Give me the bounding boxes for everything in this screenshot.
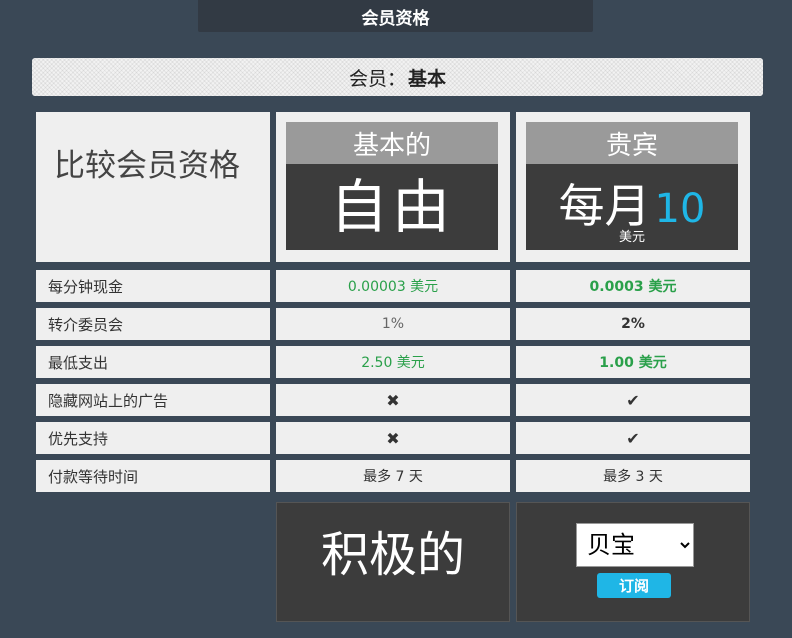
plan-card-vip: 贵宾 每月 10 美元	[526, 122, 738, 250]
active-status: 积极的	[320, 527, 465, 583]
membership-level: 基本	[408, 67, 447, 90]
plan-price-amount: 10	[654, 186, 706, 232]
plan-name-vip: 贵宾	[526, 122, 738, 164]
row-value-basic-payment-wait: 最多 7 天	[276, 460, 510, 492]
row-value-basic-cash-per-minute: 0.00003 美元	[276, 270, 510, 302]
basic-active-box: 积极的	[276, 502, 510, 622]
membership-label: 会员：	[348, 67, 406, 90]
row-label-hide-ads: 隐藏网站上的广告	[36, 384, 270, 416]
compare-title: 比较会员资格	[36, 112, 270, 262]
row-value-basic-priority-support: ✖	[276, 422, 510, 454]
row-label-minimum-payout: 最低支出	[36, 346, 270, 378]
membership-status-bar: 会员： 基本	[32, 58, 763, 96]
payment-method-select[interactable]: 贝宝	[576, 523, 694, 567]
plan-name-basic: 基本的	[286, 122, 498, 164]
subscribe-button[interactable]: 订阅	[597, 573, 671, 598]
row-value-basic-hide-ads: ✖	[276, 384, 510, 416]
plan-price-basic: 自由	[329, 173, 454, 241]
row-value-vip-priority-support: ✔	[516, 422, 750, 454]
row-value-vip-cash-per-minute: 0.0003 美元	[516, 270, 750, 302]
row-value-vip-referral-commission: 2%	[516, 308, 750, 340]
check-icon: ✔	[626, 428, 640, 448]
plan-header-basic: 基本的 自由	[276, 112, 510, 262]
cross-icon: ✖	[386, 428, 400, 448]
page-title: 会员资格	[198, 0, 593, 32]
row-value-vip-minimum-payout: 1.00 美元	[516, 346, 750, 378]
cross-icon: ✖	[386, 390, 400, 410]
row-label-cash-per-minute: 每分钟现金	[36, 270, 270, 302]
row-label-payment-wait: 付款等待时间	[36, 460, 270, 492]
vip-subscribe-box: 贝宝 订阅	[516, 502, 750, 622]
row-value-vip-payment-wait: 最多 3 天	[516, 460, 750, 492]
row-value-basic-referral-commission: 1%	[276, 308, 510, 340]
plan-card-basic: 基本的 自由	[286, 122, 498, 250]
row-value-vip-hide-ads: ✔	[516, 384, 750, 416]
row-value-basic-minimum-payout: 2.50 美元	[276, 346, 510, 378]
row-label-referral-commission: 转介委员会	[36, 308, 270, 340]
plan-header-vip: 贵宾 每月 10 美元	[516, 112, 750, 262]
check-icon: ✔	[626, 390, 640, 410]
row-label-priority-support: 优先支持	[36, 422, 270, 454]
